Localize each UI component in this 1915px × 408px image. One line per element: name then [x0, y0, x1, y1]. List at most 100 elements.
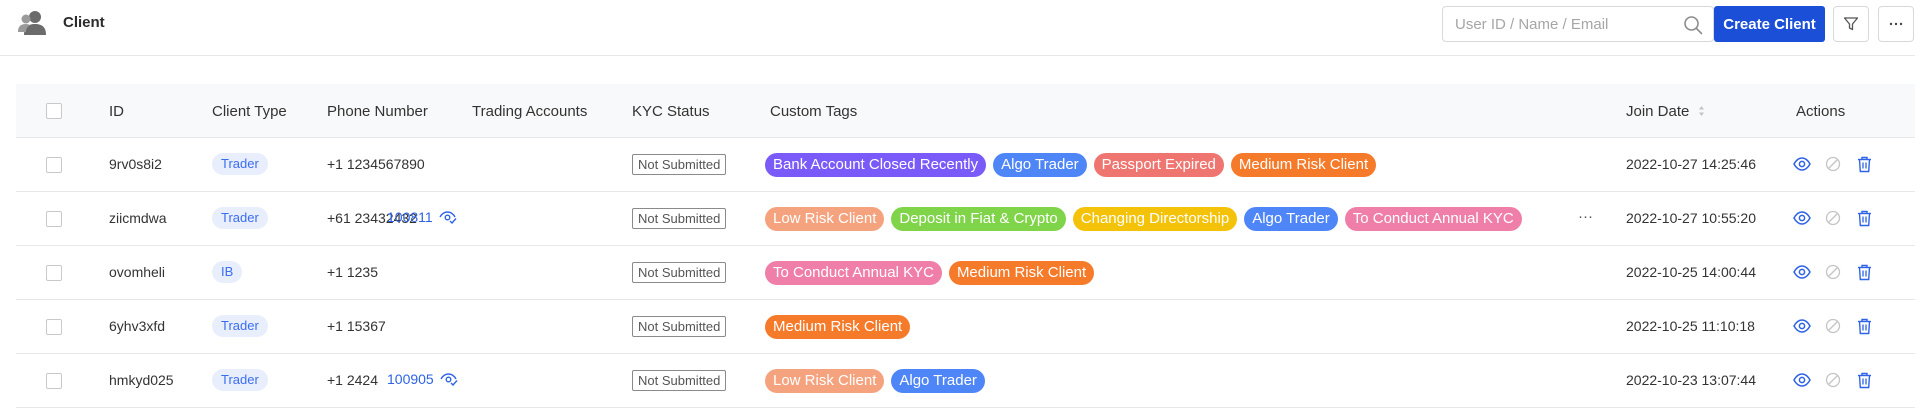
custom-tag[interactable]: Medium Risk Client [948, 261, 1095, 285]
phone-number: +1 1234567890 [327, 156, 425, 172]
create-client-button[interactable]: Create Client [1714, 6, 1825, 42]
account-link-icon[interactable] [439, 210, 457, 224]
disable-icon[interactable] [1823, 262, 1843, 282]
table-row[interactable]: ovomheli IB +1 1235 Not Submitted To Conduct… [16, 246, 1915, 300]
disable-icon[interactable] [1823, 370, 1843, 390]
trading-account[interactable]: 100811 [387, 209, 457, 225]
disable-icon[interactable] [1823, 208, 1843, 228]
table-row[interactable]: ziicmdwa Trader +61 23432432 100811 Not Subm… [16, 192, 1915, 246]
client-id: hmkyd025 [109, 372, 174, 388]
client-type-badge: Trader [212, 315, 268, 337]
row-checkbox[interactable] [46, 265, 62, 281]
join-date: 2022-10-27 10:55:20 [1626, 210, 1756, 226]
custom-tag[interactable]: Bank Account Closed Recently [765, 153, 987, 177]
join-date: 2022-10-23 13:07:44 [1626, 372, 1756, 388]
row-actions [1792, 316, 1874, 336]
table-row[interactable]: 6yhv3xfd Trader +1 15367 Not Submitted Mediu… [16, 300, 1915, 354]
col-join-date-label: Join Date [1626, 103, 1690, 120]
kyc-status-badge: Not Submitted [632, 154, 727, 175]
row-actions [1792, 154, 1874, 174]
more-options-button[interactable] [1878, 6, 1914, 42]
delete-icon[interactable] [1854, 262, 1874, 282]
view-icon[interactable] [1792, 154, 1812, 174]
join-date: 2022-10-27 14:25:46 [1626, 156, 1756, 172]
delete-icon[interactable] [1854, 316, 1874, 336]
search-input[interactable] [1455, 7, 1675, 41]
row-actions [1792, 262, 1874, 282]
custom-tags: Medium Risk Client [765, 315, 911, 339]
delete-icon[interactable] [1854, 154, 1874, 174]
join-date: 2022-10-25 11:10:18 [1626, 318, 1755, 334]
custom-tag[interactable]: Deposit in Fiat & Crypto [891, 207, 1066, 231]
custom-tag[interactable]: Medium Risk Client [765, 315, 911, 339]
disable-icon[interactable] [1823, 154, 1843, 174]
trading-account[interactable]: 100905 [387, 371, 458, 387]
row-checkbox[interactable] [46, 319, 62, 335]
more-tags-button[interactable]: ··· [1578, 208, 1593, 225]
col-id[interactable]: ID [109, 103, 124, 120]
phone-number: +1 2424 [327, 372, 378, 388]
view-icon[interactable] [1792, 262, 1812, 282]
row-checkbox[interactable] [46, 157, 62, 173]
row-actions [1792, 370, 1874, 390]
custom-tag[interactable]: Passport Expired [1093, 153, 1224, 177]
phone-number: +1 15367 [327, 318, 386, 334]
delete-icon[interactable] [1854, 370, 1874, 390]
search-box[interactable] [1442, 6, 1714, 42]
users-icon [18, 11, 46, 35]
table-header: ID Client Type Phone Number Trading Acco… [16, 84, 1915, 138]
delete-icon[interactable] [1854, 208, 1874, 228]
client-type-badge: Trader [212, 207, 268, 229]
custom-tag[interactable]: Low Risk Client [765, 369, 885, 393]
view-icon[interactable] [1792, 208, 1812, 228]
client-id: ziicmdwa [109, 210, 167, 226]
select-all-checkbox[interactable] [46, 103, 62, 119]
client-id: ovomheli [109, 264, 166, 280]
more-icon [1889, 22, 1903, 26]
kyc-status-badge: Not Submitted [632, 316, 727, 337]
trading-account-link[interactable]: 100905 [387, 371, 434, 387]
col-phone[interactable]: Phone Number [327, 103, 428, 120]
table-body: 9rv0s8i2 Trader +1 1234567890 Not Submitted… [16, 138, 1915, 408]
row-actions [1792, 208, 1874, 228]
custom-tag[interactable]: Algo Trader [1244, 207, 1338, 231]
kyc-status-badge: Not Submitted [632, 370, 727, 391]
client-id: 6yhv3xfd [109, 318, 166, 334]
filter-button[interactable] [1833, 6, 1869, 42]
disable-icon[interactable] [1823, 316, 1843, 336]
custom-tag[interactable]: Low Risk Client [765, 207, 885, 231]
row-checkbox[interactable] [46, 373, 62, 389]
custom-tag[interactable]: Medium Risk Client [1230, 153, 1377, 177]
custom-tag[interactable]: Changing Directorship [1072, 207, 1238, 231]
col-join-date[interactable]: Join Date [1626, 103, 1705, 120]
page-title: Client [63, 14, 105, 31]
custom-tag[interactable]: Algo Trader [993, 153, 1087, 177]
search-icon[interactable] [1683, 15, 1703, 35]
trading-account-link[interactable]: 100811 [387, 209, 433, 225]
col-trading-accounts[interactable]: Trading Accounts [472, 103, 587, 120]
table-row[interactable]: 9rv0s8i2 Trader +1 1234567890 Not Submitted… [16, 138, 1915, 192]
top-bar: Client Create Client [0, 0, 1915, 56]
custom-tag[interactable]: To Conduct Annual KYC [765, 261, 942, 285]
client-type-badge: Trader [212, 153, 268, 175]
col-kyc-status[interactable]: KYC Status [632, 103, 710, 120]
account-link-icon[interactable] [440, 372, 458, 386]
custom-tag[interactable]: Algo Trader [891, 369, 985, 393]
view-icon[interactable] [1792, 316, 1812, 336]
client-type-badge: IB [212, 261, 243, 283]
filter-icon [1843, 17, 1859, 31]
view-icon[interactable] [1792, 370, 1812, 390]
custom-tags: To Conduct Annual KYC Medium Risk Client [765, 261, 1095, 285]
join-date: 2022-10-25 14:00:44 [1626, 264, 1756, 280]
kyc-status-badge: Not Submitted [632, 262, 727, 283]
client-type-badge: Trader [212, 369, 268, 391]
col-custom-tags[interactable]: Custom Tags [770, 103, 857, 120]
kyc-status-badge: Not Submitted [632, 208, 727, 229]
custom-tags: Low Risk Client Deposit in Fiat & Crypto C… [765, 207, 1522, 231]
col-actions: Actions [1796, 103, 1846, 120]
custom-tag[interactable]: To Conduct Annual KYC [1344, 207, 1522, 231]
clients-table: ID Client Type Phone Number Trading Acco… [16, 84, 1915, 408]
col-client-type[interactable]: Client Type [212, 103, 287, 120]
row-checkbox[interactable] [46, 211, 62, 227]
sort-icon[interactable] [1698, 105, 1705, 117]
